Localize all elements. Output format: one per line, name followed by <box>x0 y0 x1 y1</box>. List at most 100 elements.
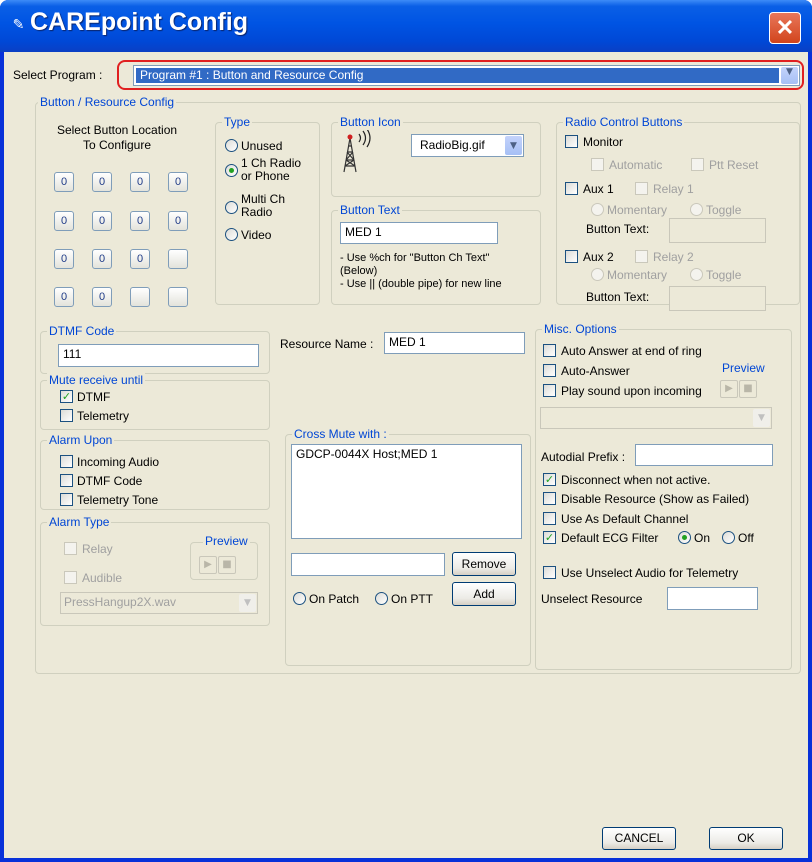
aux2-momentary-radio[interactable] <box>591 268 604 281</box>
resource-name-input[interactable]: MED 1 <box>384 332 525 354</box>
alarm-sound-value: PressHangup2X.wav <box>64 595 177 609</box>
location-button-1-0[interactable]: 0 <box>54 211 74 231</box>
location-button-1-1[interactable]: 0 <box>92 211 112 231</box>
location-button-1-3[interactable]: 0 <box>168 211 188 231</box>
chevron-down-icon[interactable]: ▼ <box>753 409 770 427</box>
disable-resource-label: Disable Resource (Show as Failed) <box>561 492 750 506</box>
ecg-filter-checkbox[interactable]: ✓ <box>543 531 556 544</box>
button-text-title: Button Text <box>338 203 402 217</box>
disconnect-checkbox[interactable]: ✓ <box>543 473 556 486</box>
icon-select-value: RadioBig.gif <box>420 138 485 152</box>
resource-name-label: Resource Name : <box>280 337 374 351</box>
window-title: CAREpoint Config <box>30 8 249 36</box>
mute-group: Mute receive until <box>40 373 270 430</box>
cross-mute-list[interactable]: GDCP-0044X Host;MED 1 <box>291 444 522 539</box>
alarm-sound-select[interactable]: PressHangup2X.wav ▼ <box>60 592 258 614</box>
autodial-input[interactable] <box>635 444 773 466</box>
close-button[interactable]: ✕ <box>769 12 801 44</box>
type-multi-radio[interactable] <box>225 201 238 214</box>
unselect-audio-checkbox[interactable] <box>543 566 556 579</box>
aux2-checkbox[interactable] <box>565 250 578 263</box>
button-text-input[interactable]: MED 1 <box>340 222 498 244</box>
location-button-3-1[interactable]: 0 <box>92 287 112 307</box>
type-video-radio[interactable] <box>225 228 238 241</box>
aux1-toggle-radio[interactable] <box>690 203 703 216</box>
location-button-3-2[interactable] <box>130 287 150 307</box>
aux1-toggle-label: Toggle <box>706 203 742 217</box>
location-button-2-2[interactable]: 0 <box>130 249 150 269</box>
aux2-toggle-radio[interactable] <box>690 268 703 281</box>
aux2-button-text-input[interactable] <box>669 286 766 311</box>
telemetry-tone-checkbox[interactable] <box>60 493 73 506</box>
on-ptt-label: On PTT <box>391 592 434 606</box>
add-button[interactable]: Add <box>452 582 516 606</box>
on-patch-radio[interactable] <box>293 592 306 605</box>
location-button-2-3[interactable] <box>168 249 188 269</box>
location-button-2-1[interactable]: 0 <box>92 249 112 269</box>
alarm-preview-title: Preview <box>203 534 250 548</box>
location-button-0-0[interactable]: 0 <box>54 172 74 192</box>
mute-dtmf-checkbox[interactable]: ✓ <box>60 390 73 403</box>
default-channel-label: Use As Default Channel <box>561 512 689 526</box>
aux1-momentary-radio[interactable] <box>591 203 604 216</box>
ecg-off-label: Off <box>738 531 754 545</box>
auto-answer-end-label: Auto Answer at end of ring <box>561 344 702 358</box>
relay2-checkbox[interactable] <box>635 250 648 263</box>
cancel-button[interactable]: CANCEL <box>602 827 676 850</box>
ecg-off-radio[interactable] <box>722 531 735 544</box>
app-icon: ✎ <box>12 17 25 33</box>
relay1-checkbox[interactable] <box>635 182 648 195</box>
aux1-checkbox[interactable] <box>565 182 578 195</box>
location-button-0-3[interactable]: 0 <box>168 172 188 192</box>
chevron-down-icon[interactable]: ▼ <box>505 136 522 155</box>
icon-select[interactable]: RadioBig.gif ▼ <box>411 134 524 157</box>
aux2-momentary-label: Momentary <box>607 268 668 282</box>
play-icon[interactable]: ▶ <box>720 380 738 398</box>
auto-answer-checkbox[interactable] <box>543 364 556 377</box>
chevron-down-icon[interactable]: ▼ <box>239 594 256 612</box>
ok-button[interactable]: OK <box>709 827 783 850</box>
stop-icon[interactable]: ■ <box>218 556 236 574</box>
incoming-audio-checkbox[interactable] <box>60 455 73 468</box>
location-button-3-3[interactable] <box>168 287 188 307</box>
auto-answer-end-checkbox[interactable] <box>543 344 556 357</box>
play-sound-checkbox[interactable] <box>543 384 556 397</box>
misc-preview-label: Preview <box>722 361 765 375</box>
chevron-down-icon[interactable]: ▼ <box>781 67 798 84</box>
relay-checkbox[interactable] <box>64 542 77 555</box>
location-button-0-2[interactable]: 0 <box>130 172 150 192</box>
location-button-2-0[interactable]: 0 <box>54 249 74 269</box>
monitor-checkbox[interactable] <box>565 135 578 148</box>
cross-mute-input[interactable] <box>291 553 445 576</box>
type-1ch-radio[interactable] <box>225 164 238 177</box>
type-unused-radio[interactable] <box>225 139 238 152</box>
play-icon[interactable]: ▶ <box>199 556 217 574</box>
unselect-resource-input[interactable] <box>667 587 758 610</box>
incoming-sound-select[interactable]: ▼ <box>540 407 772 429</box>
ecg-on-radio[interactable] <box>678 531 691 544</box>
ptt-reset-checkbox[interactable] <box>691 158 704 171</box>
alarm-type-title: Alarm Type <box>47 515 112 529</box>
type-1ch-label: 1 Ch Radio or Phone <box>241 156 302 183</box>
stop-icon[interactable]: ■ <box>739 380 757 398</box>
auto-answer-label: Auto-Answer <box>561 364 630 378</box>
dtmf-code-checkbox[interactable] <box>60 474 73 487</box>
button-location-heading: Select Button Location To Configure <box>56 123 178 152</box>
play-sound-label: Play sound upon incoming <box>561 384 702 398</box>
location-button-3-0[interactable]: 0 <box>54 287 74 307</box>
dtmf-code-title: DTMF Code <box>47 324 117 338</box>
automatic-checkbox[interactable] <box>591 158 604 171</box>
disable-resource-checkbox[interactable] <box>543 492 556 505</box>
dtmf-code-input[interactable]: 111 <box>58 344 259 367</box>
program-select[interactable]: Program #1 : Button and Resource Config … <box>133 65 800 86</box>
audible-checkbox[interactable] <box>64 571 77 584</box>
location-button-1-2[interactable]: 0 <box>130 211 150 231</box>
location-button-0-1[interactable]: 0 <box>92 172 112 192</box>
relay1-label: Relay 1 <box>653 182 694 196</box>
remove-button[interactable]: Remove <box>452 552 516 576</box>
aux1-button-text-input[interactable] <box>669 218 766 243</box>
default-channel-checkbox[interactable] <box>543 512 556 525</box>
unselect-resource-label: Unselect Resource <box>541 592 643 606</box>
mute-telemetry-checkbox[interactable] <box>60 409 73 422</box>
on-ptt-radio[interactable] <box>375 592 388 605</box>
